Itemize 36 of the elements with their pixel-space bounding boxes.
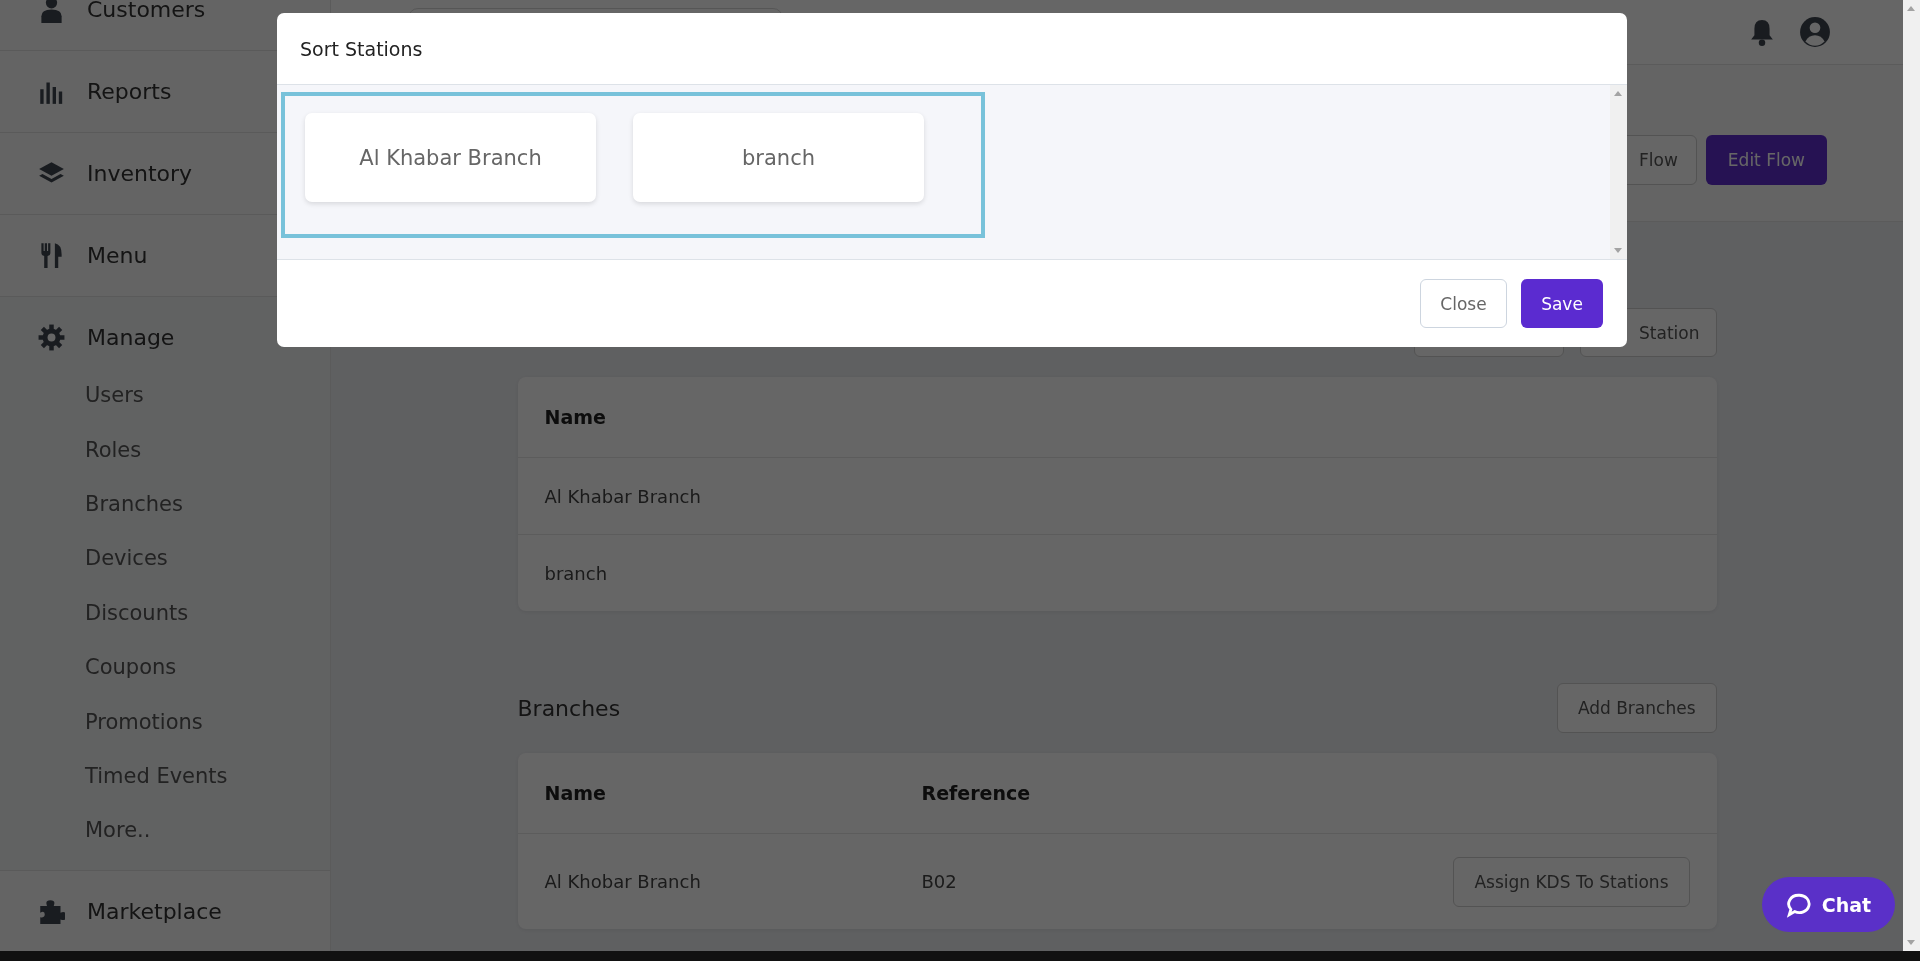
speech-bubble-icon <box>1785 891 1812 918</box>
station-card[interactable]: Al Khabar Branch <box>305 113 596 202</box>
edit-button[interactable]: Edit Flow <box>1705 135 1827 185</box>
sidebar-subitem[interactable]: Coupons <box>0 639 330 695</box>
avatar-icon[interactable] <box>1799 16 1831 48</box>
puzzle-icon <box>38 897 65 925</box>
station-card[interactable]: branch <box>633 113 924 202</box>
sidebar-subitem[interactable]: Discounts <box>0 585 330 640</box>
sidebar-subitem[interactable]: More.. <box>0 803 330 858</box>
column-header: Name <box>544 406 606 428</box>
sidebar-subitem[interactable]: Promotions <box>0 694 330 749</box>
sidebar-item[interactable]: Menu <box>0 215 330 296</box>
settings-icon <box>38 324 65 351</box>
scrollbar[interactable] <box>1610 85 1627 259</box>
chat-button[interactable]: Chat <box>1762 877 1895 932</box>
section-title: Branches <box>517 695 621 721</box>
add-branches-button[interactable]: Add Branches <box>1556 683 1717 733</box>
bell-icon[interactable] <box>1749 17 1775 47</box>
table-cell-text: Al Khobar Branch <box>544 871 702 892</box>
sidebar-subitem[interactable]: Devices <box>0 531 330 586</box>
table-cell-text: B02 <box>921 871 958 892</box>
column-header: Name <box>544 782 607 804</box>
assign-button[interactable]: Assign KDS To Stations <box>1453 856 1690 907</box>
fork-knife-icon <box>38 242 65 269</box>
table-cell: branch <box>544 562 608 584</box>
sidebar-subitem[interactable]: Roles <box>0 422 330 477</box>
sidebar-item[interactable]: Inventory <box>0 133 330 214</box>
close-button[interactable]: Close <box>1420 279 1507 328</box>
scrollbar[interactable] <box>1903 0 1920 951</box>
table-cell: Al Khabar Branch <box>544 485 701 507</box>
sidebar-subitem[interactable]: Timed Events <box>0 748 330 804</box>
save-button[interactable]: Save <box>1521 279 1603 328</box>
column-header: Reference <box>921 782 1032 804</box>
person-icon <box>38 0 65 23</box>
sidebar-subitem[interactable]: Branches <box>0 476 330 532</box>
sidebar-item[interactable]: Marketplace <box>0 870 330 951</box>
